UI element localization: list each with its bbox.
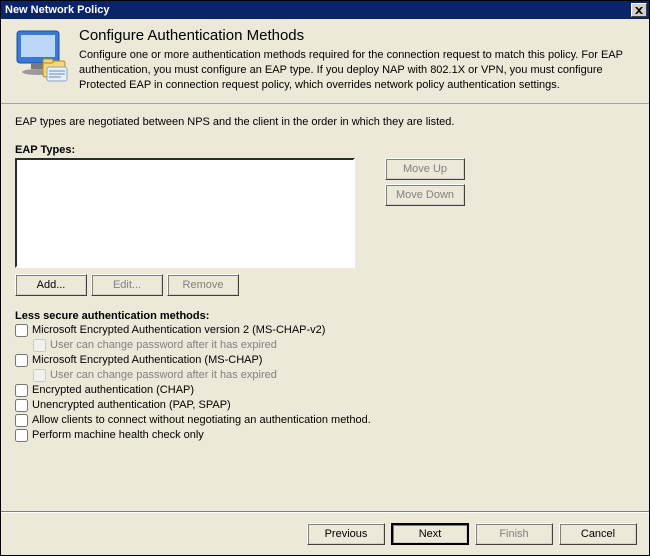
body-area: EAP types are negotiated between NPS and… <box>1 104 649 512</box>
mschap-checkbox[interactable] <box>15 354 28 367</box>
chap-checkbox[interactable] <box>15 384 28 397</box>
add-button[interactable]: Add... <box>15 274 87 296</box>
cancel-button[interactable]: Cancel <box>559 523 637 545</box>
eap-order-note: EAP types are negotiated between NPS and… <box>15 116 635 128</box>
title-bar: New Network Policy <box>1 1 649 19</box>
page-description: Configure one or more authentication met… <box>79 48 637 93</box>
close-icon <box>635 7 643 14</box>
monitor-folder-icon <box>13 29 71 85</box>
move-up-button[interactable]: Move Up <box>385 158 465 180</box>
health-check-label: Perform machine health check only <box>32 429 204 441</box>
pap-label: Unencrypted authentication (PAP, SPAP) <box>32 399 231 411</box>
allow-noneg-checkbox[interactable] <box>15 414 28 427</box>
eap-types-listbox[interactable] <box>15 158 355 268</box>
mschap-pwd-label: User can change password after it has ex… <box>50 369 277 381</box>
remove-button[interactable]: Remove <box>167 274 239 296</box>
dialog-window: New Network Policy Configure Authen <box>0 0 650 556</box>
edit-button[interactable]: Edit... <box>91 274 163 296</box>
page-heading: Configure Authentication Methods <box>79 27 637 44</box>
mschap-label: Microsoft Encrypted Authentication (MS-C… <box>32 354 262 366</box>
chap-label: Encrypted authentication (CHAP) <box>32 384 194 396</box>
mschapv2-pwd-label: User can change password after it has ex… <box>50 339 277 351</box>
mschap-pwd-checkbox <box>33 369 46 382</box>
next-button[interactable]: Next <box>391 523 469 545</box>
window-title: New Network Policy <box>5 4 110 16</box>
less-secure-label: Less secure authentication methods: <box>15 310 635 322</box>
wizard-footer: Previous Next Finish Cancel <box>1 512 649 555</box>
mschapv2-label: Microsoft Encrypted Authentication versi… <box>32 324 325 336</box>
header-icon <box>13 29 71 85</box>
pap-checkbox[interactable] <box>15 399 28 412</box>
previous-button[interactable]: Previous <box>307 523 385 545</box>
move-down-button[interactable]: Move Down <box>385 184 465 206</box>
header-text: Configure Authentication Methods Configu… <box>79 27 637 93</box>
close-button[interactable] <box>631 3 647 17</box>
mschapv2-checkbox[interactable] <box>15 324 28 337</box>
eap-types-label: EAP Types: <box>15 144 635 156</box>
header-area: Configure Authentication Methods Configu… <box>1 19 649 104</box>
finish-button[interactable]: Finish <box>475 523 553 545</box>
allow-noneg-label: Allow clients to connect without negotia… <box>32 414 371 426</box>
mschapv2-pwd-checkbox <box>33 339 46 352</box>
health-check-checkbox[interactable] <box>15 429 28 442</box>
